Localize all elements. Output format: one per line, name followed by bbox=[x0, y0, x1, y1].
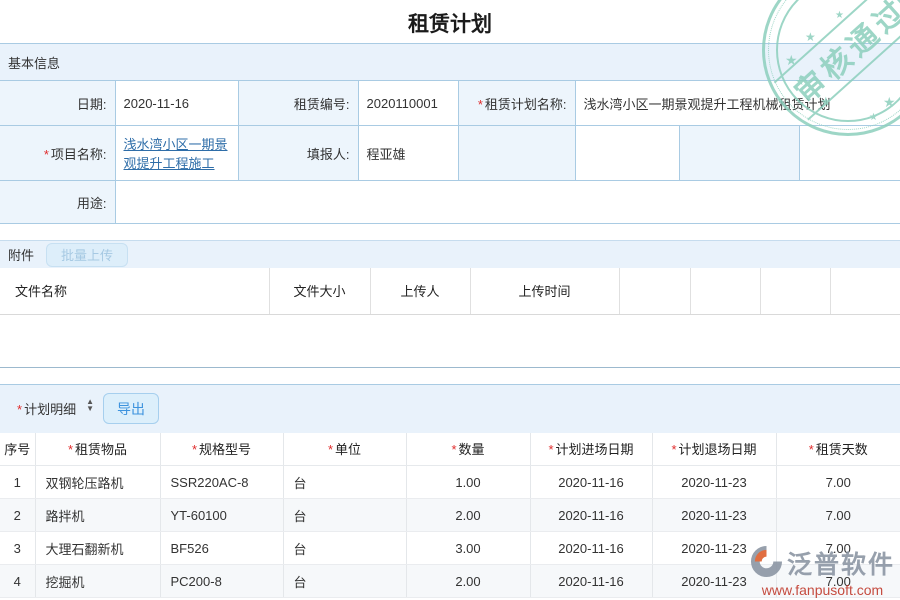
rental-code-value: 2020110001 bbox=[358, 81, 458, 126]
plan-table-cell: 2.00 bbox=[406, 499, 530, 532]
date-value: 2020-11-16 bbox=[115, 81, 238, 126]
attachments-section-title: 附件 bbox=[8, 245, 34, 264]
empty-label-cell bbox=[458, 126, 575, 181]
plan-table-cell: 1.00 bbox=[406, 466, 530, 499]
plan-table-cell: 2 bbox=[0, 499, 35, 532]
attachments-column-header: 文件名称 bbox=[0, 268, 269, 314]
plan-table-cell: 双钢轮压路机 bbox=[35, 466, 160, 499]
purpose-value bbox=[115, 181, 900, 224]
required-mark: * bbox=[809, 442, 814, 457]
plan-table-cell: 台 bbox=[283, 466, 406, 499]
plan-detail-section-bar: *计划明细 ▲▼ 导出 bbox=[0, 384, 900, 433]
plan-table-cell: 台 bbox=[283, 499, 406, 532]
plan-table-cell: 2020-11-16 bbox=[530, 532, 652, 565]
required-mark: * bbox=[44, 147, 49, 162]
attachments-header-row: 文件名称文件大小上传人上传时间 bbox=[0, 268, 900, 314]
plan-table-cell: 2020-11-16 bbox=[530, 565, 652, 598]
empty-value-cell bbox=[799, 126, 900, 181]
reporter-value: 程亚雄 bbox=[358, 126, 458, 181]
plan-column-header: 序号 bbox=[0, 433, 35, 466]
plan-table-cell: 台 bbox=[283, 532, 406, 565]
plan-table-cell: YT-60100 bbox=[160, 499, 283, 532]
plan-table-cell: SSR220AC-8 bbox=[160, 466, 283, 499]
basic-info-section-title: 基本信息 bbox=[8, 53, 60, 72]
plan-table-cell: 2020-11-16 bbox=[530, 499, 652, 532]
fanpu-logo-watermark: 泛普软件 www.fanpusoft.com bbox=[750, 545, 895, 598]
fanpu-logo-text: 泛普软件 bbox=[787, 545, 895, 581]
required-mark: * bbox=[478, 97, 483, 112]
attachments-section-bar: 附件 批量上传 bbox=[0, 240, 900, 268]
plan-table-cell: 7.00 bbox=[776, 466, 900, 499]
required-mark: * bbox=[68, 442, 73, 457]
empty-label-cell bbox=[679, 126, 799, 181]
plan-header-row: 序号*租赁物品*规格型号*单位*数量*计划进场日期*计划退场日期*租赁天数 bbox=[0, 433, 900, 466]
plan-table-cell: 挖掘机 bbox=[35, 565, 160, 598]
sort-toggle-icon[interactable]: ▲▼ bbox=[86, 402, 94, 416]
attachments-column-header bbox=[830, 268, 900, 314]
basic-info-section-bar: 基本信息 bbox=[0, 43, 900, 80]
required-mark: * bbox=[671, 442, 676, 457]
attachments-column-header bbox=[619, 268, 690, 314]
plan-column-header: *数量 bbox=[406, 433, 530, 466]
required-mark: * bbox=[192, 442, 197, 457]
plan-table-cell: 路拌机 bbox=[35, 499, 160, 532]
project-name-cell: 浅水湾小区一期景观提升工程施工 bbox=[115, 126, 238, 181]
required-mark: * bbox=[548, 442, 553, 457]
rental-code-label: 租赁编号: bbox=[238, 81, 358, 126]
fanpu-logo-icon bbox=[750, 545, 783, 581]
project-name-label: *项目名称: bbox=[0, 126, 115, 181]
plan-table-cell: 2.00 bbox=[406, 565, 530, 598]
date-label: 日期: bbox=[0, 81, 115, 126]
plan-name-label: *租赁计划名称: bbox=[458, 81, 575, 126]
plan-table-cell: PC200-8 bbox=[160, 565, 283, 598]
attachments-empty-area bbox=[0, 315, 900, 368]
plan-detail-section-title: *计划明细 bbox=[17, 399, 76, 418]
plan-name-value: 浅水湾小区一期景观提升工程机械租赁计划 bbox=[575, 81, 900, 126]
plan-table-cell: 7.00 bbox=[776, 499, 900, 532]
plan-table-cell: 2020-11-23 bbox=[652, 499, 776, 532]
plan-table-cell: 3.00 bbox=[406, 532, 530, 565]
plan-table-cell: BF526 bbox=[160, 532, 283, 565]
attachments-table: 文件名称文件大小上传人上传时间 bbox=[0, 268, 900, 315]
plan-table-cell: 大理石翻新机 bbox=[35, 532, 160, 565]
plan-column-header: *租赁天数 bbox=[776, 433, 900, 466]
page-title: 租赁计划 bbox=[0, 0, 900, 43]
plan-column-header: *计划进场日期 bbox=[530, 433, 652, 466]
batch-upload-button[interactable]: 批量上传 bbox=[46, 243, 128, 267]
attachments-column-header: 上传人 bbox=[370, 268, 470, 314]
plan-table-row: 2路拌机YT-60100台2.002020-11-162020-11-237.0… bbox=[0, 499, 900, 532]
plan-table-cell: 3 bbox=[0, 532, 35, 565]
basic-info-table: 日期: 2020-11-16 租赁编号: 2020110001 *租赁计划名称:… bbox=[0, 80, 900, 224]
plan-table-cell: 1 bbox=[0, 466, 35, 499]
attachments-column-header: 上传时间 bbox=[470, 268, 619, 314]
plan-column-header: *规格型号 bbox=[160, 433, 283, 466]
project-name-link[interactable]: 浅水湾小区一期景观提升工程施工 bbox=[124, 137, 228, 171]
plan-table-cell: 台 bbox=[283, 565, 406, 598]
reporter-label: 填报人: bbox=[238, 126, 358, 181]
export-button[interactable]: 导出 bbox=[103, 393, 159, 424]
fanpu-logo-url: www.fanpusoft.com bbox=[750, 582, 895, 598]
attachments-column-header: 文件大小 bbox=[269, 268, 370, 314]
attachments-column-header bbox=[690, 268, 760, 314]
plan-column-header: *单位 bbox=[283, 433, 406, 466]
plan-column-header: *租赁物品 bbox=[35, 433, 160, 466]
purpose-label: 用途: bbox=[0, 181, 115, 224]
plan-table-cell: 4 bbox=[0, 565, 35, 598]
required-mark: * bbox=[451, 442, 456, 457]
plan-table-cell: 2020-11-16 bbox=[530, 466, 652, 499]
empty-value-cell bbox=[575, 126, 679, 181]
attachments-column-header bbox=[760, 268, 830, 314]
plan-table-cell: 2020-11-23 bbox=[652, 466, 776, 499]
plan-table-row: 1双钢轮压路机SSR220AC-8台1.002020-11-162020-11-… bbox=[0, 466, 900, 499]
required-mark: * bbox=[328, 442, 333, 457]
plan-column-header: *计划退场日期 bbox=[652, 433, 776, 466]
required-mark: * bbox=[17, 402, 22, 417]
